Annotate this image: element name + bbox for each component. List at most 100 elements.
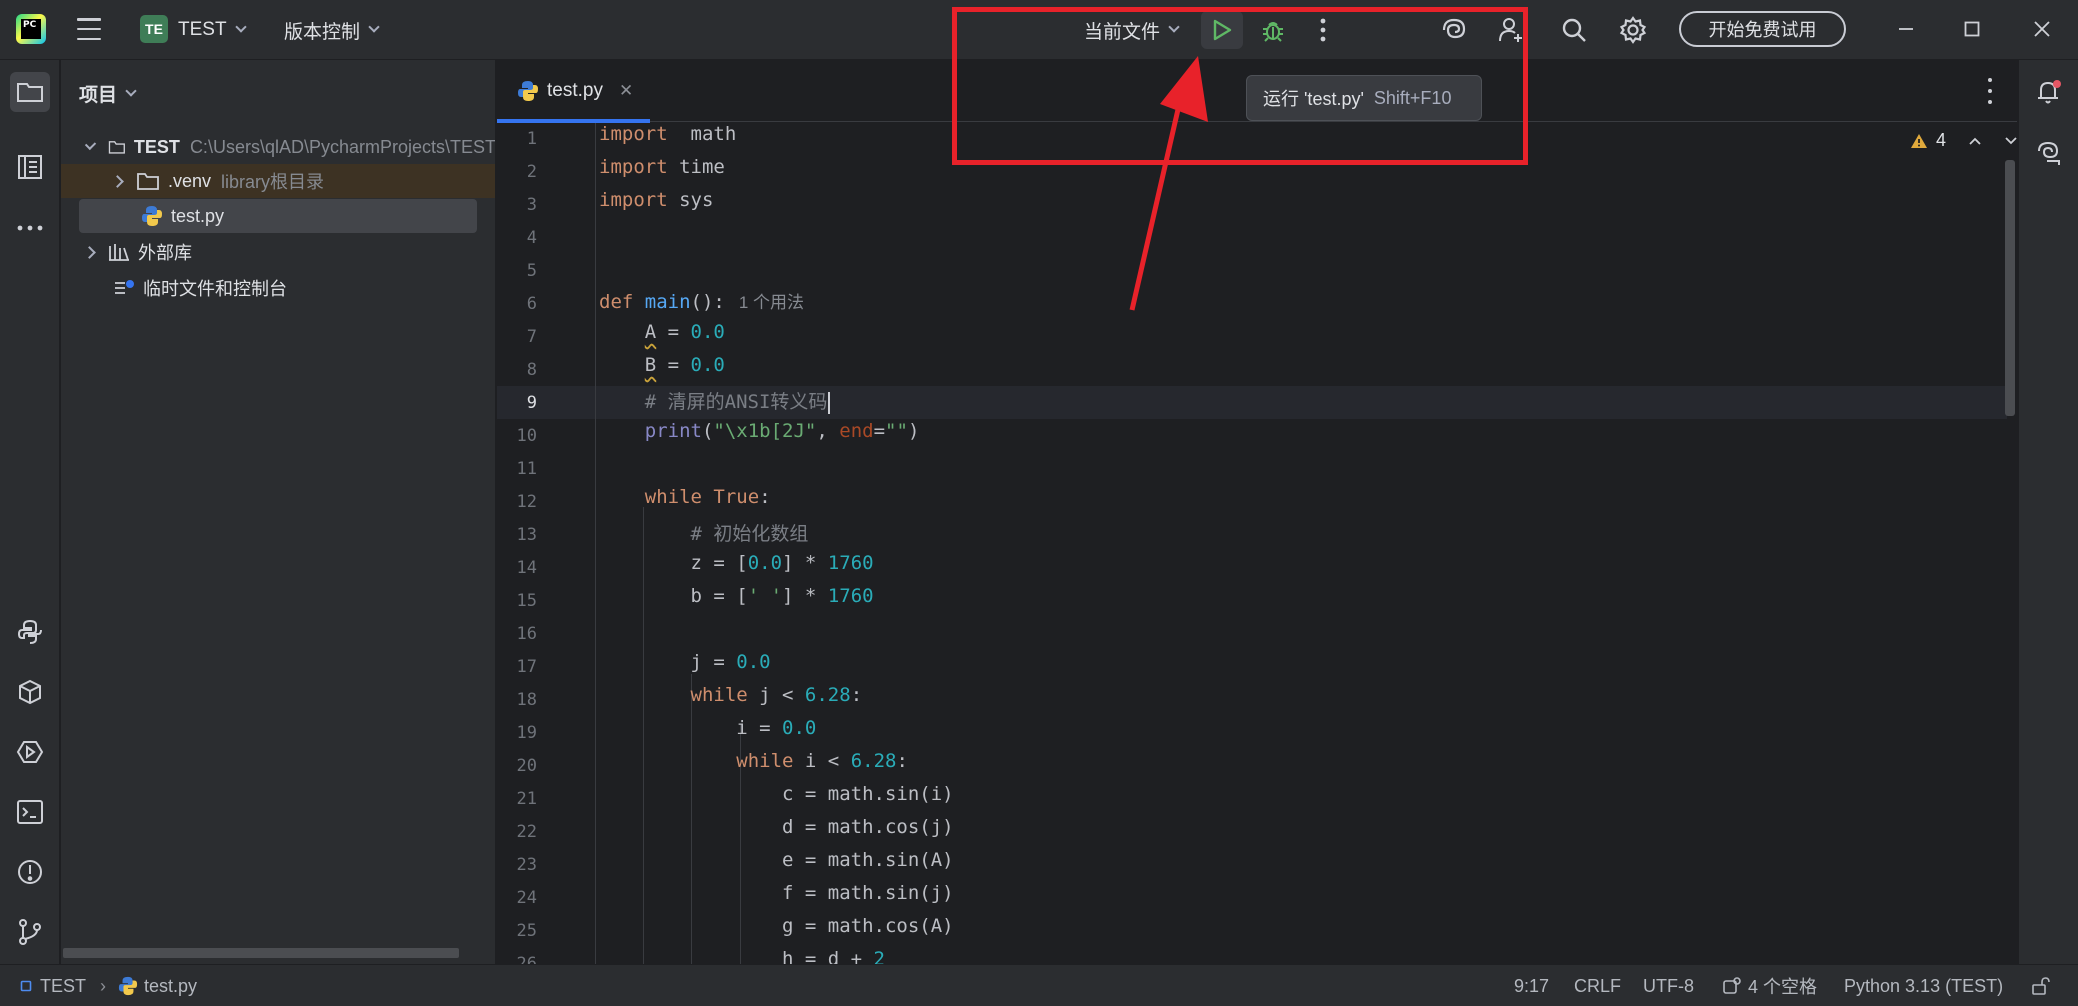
code-token: 0.0 — [747, 552, 783, 574]
code-token: def — [599, 291, 634, 313]
breadcrumb-file[interactable]: test.py — [144, 976, 197, 997]
code-token: ) — [907, 420, 920, 442]
ai-chat-button[interactable] — [2029, 133, 2069, 173]
code-token: 0.0 — [690, 321, 725, 343]
maximize-button[interactable] — [1954, 11, 1990, 47]
tree-item-venv[interactable]: .venv library根目录 — [61, 164, 495, 198]
services-button[interactable] — [10, 732, 50, 772]
problems-button[interactable] — [10, 852, 50, 892]
code-token: j < — [747, 684, 805, 706]
code-token: sys — [667, 189, 714, 211]
code-token: 6.28 — [804, 684, 851, 706]
line-number: 20 — [516, 756, 537, 776]
horizontal-scrollbar[interactable] — [63, 948, 459, 958]
tab-options-button[interactable] — [1980, 78, 2000, 104]
project-panel: 项目 TEST C:\Users\qlAD\PycharmProjects\TE… — [61, 60, 496, 964]
code-line: import sys — [599, 189, 713, 222]
indent-setting[interactable]: 4 个空格 — [1722, 965, 1817, 1006]
free-trial-button[interactable]: 开始免费试用 — [1679, 11, 1846, 47]
vertical-scrollbar[interactable] — [2005, 160, 2015, 416]
line-number: 21 — [516, 789, 537, 809]
code-token: f = math.sin(j) — [599, 882, 954, 904]
search-everywhere-button[interactable] — [1555, 11, 1593, 49]
code-line: i = 0.0 — [599, 717, 816, 750]
tree-item-scratches[interactable]: 临时文件和控制台 — [61, 271, 495, 305]
line-number: 2 — [526, 162, 537, 182]
line-number: 10 — [516, 426, 537, 446]
tab-test-py[interactable]: test.py ✕ — [497, 60, 650, 123]
warning-icon — [1911, 133, 1927, 148]
line-number: 25 — [516, 921, 537, 941]
line-number: 19 — [516, 723, 537, 743]
code-token: ' ' — [747, 585, 783, 607]
left-tool-strip — [0, 60, 60, 964]
close-window-button[interactable] — [2024, 11, 2060, 47]
code-token: time — [667, 156, 725, 178]
pycharm-logo-icon[interactable]: PC — [16, 14, 46, 44]
warning-count: 4 — [1936, 130, 1947, 150]
python-console-button[interactable] — [10, 612, 50, 652]
code-token: 2 — [873, 948, 885, 964]
version-control-button[interactable] — [10, 912, 50, 952]
chevron-down-icon — [84, 138, 97, 151]
line-separator[interactable]: CRLF — [1574, 965, 1621, 1006]
vcs-menu[interactable]: 版本控制 — [284, 18, 380, 43]
terminal-button[interactable] — [10, 792, 50, 832]
code-token: import — [599, 123, 668, 145]
python-interpreter[interactable]: Python 3.13 (TEST) — [1844, 965, 2003, 1006]
lock-button[interactable] — [2030, 965, 2050, 1006]
minimize-button[interactable] — [1888, 11, 1924, 47]
code-token: A — [644, 321, 657, 343]
code-token: while — [736, 750, 794, 772]
chevron-down-icon[interactable] — [2004, 136, 2018, 146]
code-token: 1760 — [827, 585, 874, 607]
ai-chat-icon — [2038, 141, 2060, 165]
code-line: e = math.sin(A) — [599, 849, 954, 882]
tree-item-external-libraries[interactable]: 外部库 — [61, 235, 495, 269]
breadcrumb-project[interactable]: TEST — [40, 976, 86, 997]
settings-button[interactable] — [1614, 11, 1652, 49]
project-name: TEST — [178, 19, 227, 40]
code-token: math — [667, 123, 737, 145]
tree-item-test-py[interactable]: test.py — [61, 199, 495, 233]
project-switcher[interactable]: TEST — [178, 18, 247, 42]
more-tools-button[interactable] — [10, 208, 50, 248]
python-packages-button[interactable] — [10, 672, 50, 712]
notifications-button[interactable] — [2029, 72, 2069, 112]
project-tool-button[interactable] — [10, 72, 50, 112]
close-tab-icon[interactable]: ✕ — [619, 81, 633, 101]
code-token: main — [644, 291, 691, 313]
folder-icon — [137, 173, 159, 190]
code-token: = — [656, 321, 691, 343]
code-area[interactable]: 1 2 3 4 5 6 7 8 9 10 11 12 13 14 15 16 1… — [497, 123, 2007, 964]
run-services-icon — [16, 741, 44, 763]
terminal-icon — [17, 800, 43, 824]
file-encoding[interactable]: UTF-8 — [1643, 965, 1694, 1006]
caret-position[interactable]: 9:17 — [1514, 965, 1549, 1006]
code-token: # 清屏的ANSI转义码 — [644, 391, 828, 413]
packages-icon — [19, 679, 41, 705]
tree-item-label: 外部库 — [138, 243, 192, 263]
project-badge[interactable]: TE — [140, 15, 168, 43]
code-line: import math — [599, 123, 736, 156]
chevron-up-icon[interactable] — [1968, 136, 1982, 146]
chevron-down-icon — [368, 21, 380, 33]
structure-tool-button[interactable] — [10, 147, 50, 187]
line-number: 13 — [516, 525, 537, 545]
tree-item-label: test.py — [171, 205, 225, 226]
code-line: z = [0.0] * 1760 — [599, 552, 874, 585]
inspection-widget[interactable]: 4 — [1910, 130, 2018, 151]
tree-item-root[interactable]: TEST C:\Users\qlAD\PycharmProjects\TEST — [61, 130, 495, 164]
code-token: b = [ — [599, 585, 748, 607]
project-panel-header[interactable]: 项目 — [79, 80, 137, 107]
main-menu-button[interactable] — [76, 18, 102, 40]
code-line: B = 0.0 — [599, 354, 725, 387]
